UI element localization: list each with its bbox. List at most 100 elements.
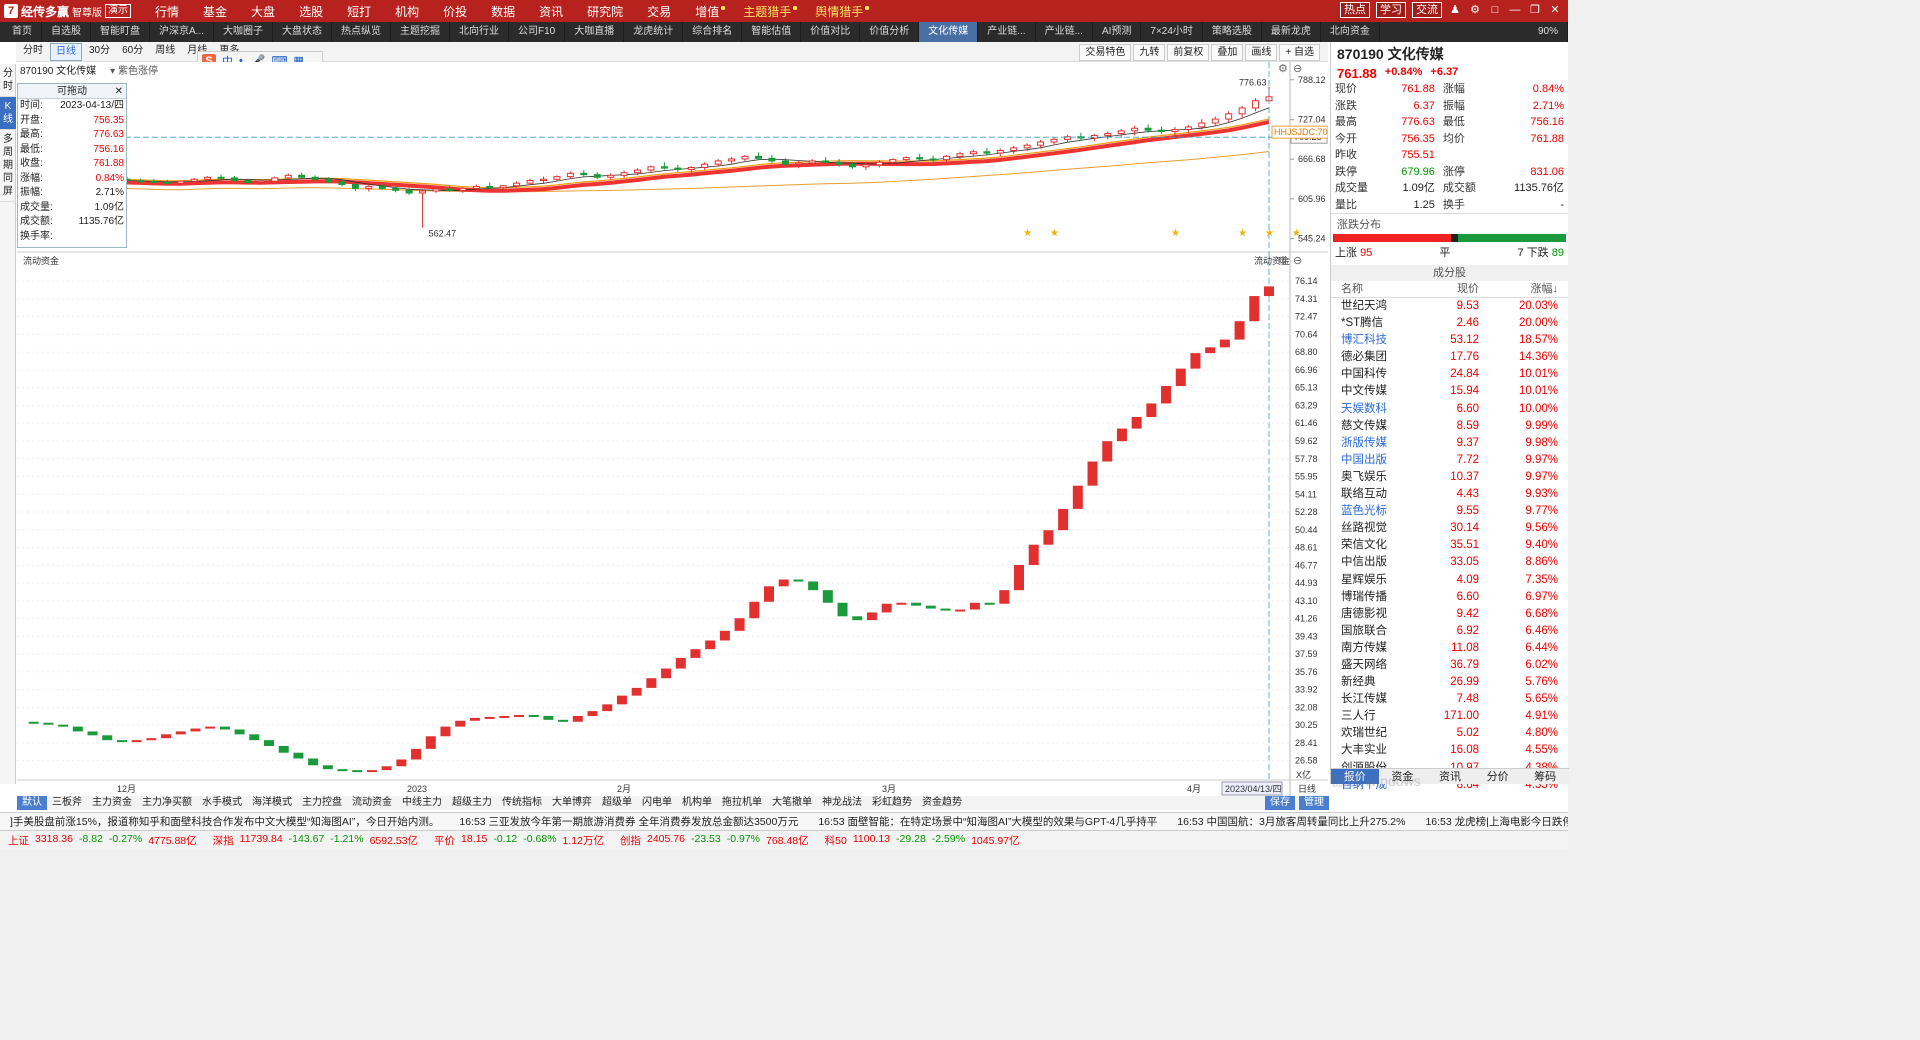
candle-body[interactable] [311, 176, 319, 180]
close-icon[interactable]: ✕ [1548, 3, 1562, 17]
flow-bar[interactable] [646, 678, 657, 688]
news-item[interactable]: 16:53 面壁智能：在特定场景中“知海图AI”大模型的效果与GPT-4几乎持平 [808, 814, 1167, 829]
candle-body[interactable] [1144, 127, 1152, 131]
candle-body[interactable] [862, 164, 870, 168]
flow-bar[interactable] [425, 736, 436, 749]
menu-11[interactable]: 增值 [683, 3, 731, 20]
candle-body[interactable] [365, 185, 373, 189]
flow-bar[interactable] [352, 770, 363, 773]
news-item[interactable]: ]手美股盘前涨15%，报道称知乎和面壁科技合作发布中文大模型“知海图AI”，今日… [0, 814, 449, 829]
candle-body[interactable] [405, 189, 413, 194]
constituent-row[interactable]: 新经典 26.99 5.76% [1331, 674, 1568, 691]
chart-tool-5[interactable]: + 自选 [1279, 44, 1320, 61]
candle-body[interactable] [1211, 118, 1219, 124]
flow-bar[interactable] [58, 724, 69, 727]
flow-bar[interactable] [146, 738, 157, 741]
flow-bar[interactable] [322, 765, 333, 770]
candle-body[interactable] [1252, 100, 1260, 109]
tab-19[interactable]: AI预测 [1093, 22, 1142, 42]
constituent-row[interactable]: 蓝色光标 9.55 9.77% [1331, 503, 1568, 520]
indicator-tab-7[interactable]: 流动资金 [347, 796, 397, 810]
candle-body[interactable] [1037, 141, 1045, 146]
flow-bar[interactable] [1043, 530, 1054, 545]
candle-body[interactable] [204, 176, 212, 180]
candle-body[interactable] [902, 157, 910, 161]
menu-13[interactable]: 舆情猎手 [803, 3, 875, 20]
close-icon[interactable]: ✕ [115, 84, 123, 99]
flow-bar[interactable] [308, 758, 319, 766]
flow-bar[interactable] [999, 590, 1010, 604]
constituent-row[interactable]: 天娱数科 6.60 10.00% [1331, 401, 1568, 418]
tab-6[interactable]: 热点纵览 [332, 22, 392, 42]
candle-body[interactable] [674, 167, 682, 170]
flow-bar[interactable] [896, 602, 907, 605]
candle-body[interactable] [983, 151, 991, 154]
indicator-tab-2[interactable]: 主力资金 [87, 796, 137, 810]
flow-bar[interactable] [984, 602, 995, 605]
quote-tab-3[interactable]: 分价 [1474, 769, 1522, 784]
flow-bar[interactable] [102, 735, 113, 741]
flow-bar[interactable] [175, 731, 186, 735]
constituent-row[interactable]: 欢瑞世纪 5.02 4.80% [1331, 725, 1568, 742]
tab-2[interactable]: 智能盯盘 [91, 22, 150, 42]
flow-bar[interactable] [219, 726, 230, 730]
flow-bar[interactable] [955, 609, 966, 612]
indicator-tab-1[interactable]: 三板斧 [47, 796, 87, 810]
quote-tab-2[interactable]: 资讯 [1426, 769, 1474, 784]
minimize-icon[interactable]: — [1508, 3, 1522, 17]
flow-bar[interactable] [87, 731, 98, 736]
candle-body[interactable] [607, 174, 615, 178]
candle-body[interactable] [472, 185, 480, 189]
flow-bar[interactable] [940, 608, 951, 611]
menu-5[interactable]: 机构 [383, 3, 431, 20]
candle-body[interactable] [1131, 127, 1139, 132]
indicator-tab-9[interactable]: 超级主力 [447, 796, 497, 810]
flow-bar[interactable] [1175, 368, 1186, 387]
flow-bar[interactable] [822, 590, 833, 603]
constituent-row[interactable]: 星辉娱乐 4.09 7.35% [1331, 572, 1568, 589]
tab-16[interactable]: 文化传媒 [919, 22, 979, 42]
flow-bar[interactable] [1219, 339, 1230, 348]
gear-icon[interactable]: ⚙ [1468, 3, 1482, 17]
constituent-row[interactable]: 盛天网络 36.79 6.02% [1331, 657, 1568, 674]
period-3[interactable]: 60分 [117, 43, 148, 61]
menu-2[interactable]: 大盘 [239, 3, 287, 20]
flow-bar[interactable] [1146, 403, 1157, 417]
maximize-icon[interactable]: ❐ [1528, 3, 1542, 17]
candle-body[interactable] [432, 188, 440, 192]
candle-body[interactable] [190, 178, 198, 182]
tab-18[interactable]: 产业链... [1036, 22, 1093, 42]
candle-body[interactable] [943, 155, 951, 161]
constituent-row[interactable]: 浙版传媒 9.37 9.98% [1331, 435, 1568, 452]
candle-body[interactable] [1023, 144, 1031, 149]
tab-20[interactable]: 7×24小时 [1141, 22, 1203, 42]
candle-body[interactable] [969, 151, 977, 155]
candle-body[interactable] [177, 180, 185, 184]
indicator-tab-14[interactable]: 机构单 [677, 796, 717, 810]
constituent-row[interactable]: 德必集团 17.76 14.36% [1331, 349, 1568, 366]
candle-body[interactable] [835, 161, 843, 165]
flow-bar[interactable] [293, 752, 304, 759]
period-2[interactable]: 30分 [84, 43, 115, 61]
constituent-row[interactable]: 中国出版 7.72 9.97% [1331, 452, 1568, 469]
flow-bar[interactable] [764, 586, 774, 602]
candle-body[interactable] [445, 188, 453, 191]
flow-bar[interactable] [455, 720, 466, 727]
candle-body[interactable] [257, 180, 265, 183]
period-1[interactable]: 日线 [50, 42, 82, 61]
candle-body[interactable] [325, 178, 333, 183]
constituent-row[interactable]: 中信出版 33.05 8.86% [1331, 554, 1568, 571]
flow-bar[interactable] [396, 759, 407, 767]
flow-bar[interactable] [337, 769, 348, 772]
candle-body[interactable] [1184, 126, 1192, 131]
flow-bar[interactable] [602, 704, 613, 712]
candle-body[interactable] [513, 182, 521, 187]
candle-body[interactable] [566, 172, 574, 178]
flow-bar[interactable] [528, 714, 539, 717]
candle-body[interactable] [620, 172, 628, 176]
candle-body[interactable] [1010, 147, 1018, 151]
flow-bar[interactable] [381, 766, 392, 771]
candle-body[interactable] [580, 172, 588, 176]
quote-tab-4[interactable]: 筹码 [1521, 769, 1569, 784]
indicator-tab-3[interactable]: 主力净买额 [137, 796, 197, 810]
